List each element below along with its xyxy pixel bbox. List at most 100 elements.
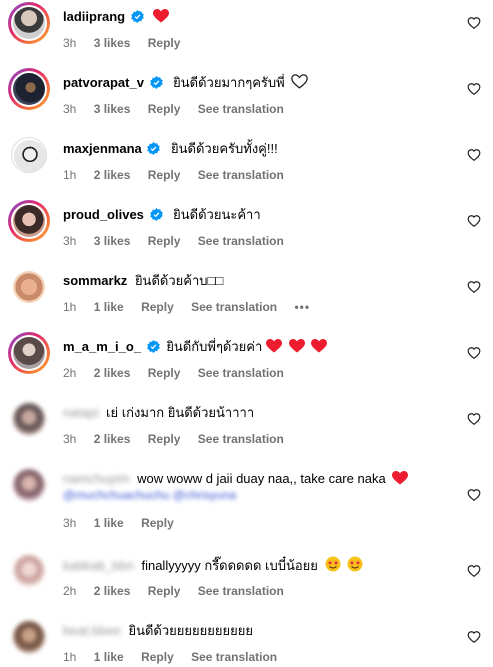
reply-button[interactable]: Reply — [148, 432, 181, 446]
like-heart-icon[interactable] — [467, 280, 481, 294]
comment-item: beat.bbee ยินดีด้วยยยยยยยยยยย 1h 1 like … — [0, 614, 493, 667]
comment-text: finallyyyyy กรี๊ดดดดด เบบี๋น้อยย — [141, 558, 318, 573]
see-translation-link[interactable]: See translation — [191, 650, 277, 664]
avatar[interactable] — [8, 616, 50, 658]
avatar[interactable] — [8, 464, 50, 506]
comment-item: natapi เย่ เก่งมาก ยินดีด้วยน้าาาา 3h 2 … — [0, 396, 493, 462]
comment-list: ladiiprang 3h 3 likes Reply patvorapat_v… — [0, 0, 493, 667]
comment-text: ยินดีด้วยครับทั้งคู่!!! — [171, 141, 278, 156]
timestamp: 3h — [63, 234, 77, 248]
username[interactable]: sommarkz — [63, 273, 127, 288]
more-options-icon[interactable]: ••• — [294, 300, 310, 314]
like-heart-icon[interactable] — [467, 148, 481, 162]
username[interactable]: maxjenmana — [63, 141, 142, 156]
likes-count[interactable]: 2 likes — [94, 584, 131, 598]
avatar[interactable] — [8, 200, 50, 242]
timestamp: 1h — [63, 300, 77, 314]
likes-count[interactable]: 3 likes — [94, 36, 131, 50]
timestamp: 3h — [63, 102, 77, 116]
see-translation-link[interactable]: See translation — [198, 584, 284, 598]
username[interactable]: beat.bbee — [63, 623, 121, 638]
comment-text: wow woww d jaii duay naa,, take care nak… — [137, 471, 386, 486]
username[interactable]: m_a_m_i_o_ — [63, 339, 141, 354]
username[interactable]: ladiiprang — [63, 9, 125, 24]
verified-badge-icon — [146, 340, 160, 353]
like-heart-icon[interactable] — [467, 488, 481, 502]
reply-button[interactable]: Reply — [141, 300, 174, 314]
likes-count[interactable]: 3 likes — [94, 234, 131, 248]
see-translation-link[interactable]: See translation — [198, 432, 284, 446]
like-heart-icon[interactable] — [467, 346, 481, 360]
verified-badge-icon — [149, 76, 163, 89]
timestamp: 2h — [63, 584, 77, 598]
reply-button[interactable]: Reply — [148, 102, 181, 116]
like-heart-icon[interactable] — [467, 564, 481, 578]
comment-text: ยินดีด้วยนะค้าา — [173, 207, 261, 222]
reply-button[interactable]: Reply — [141, 516, 174, 530]
white-heart-emoji-icon — [291, 74, 309, 89]
timestamp: 3h — [63, 516, 77, 530]
avatar[interactable] — [8, 2, 50, 44]
avatar[interactable] — [8, 266, 50, 308]
likes-count[interactable]: 1 like — [94, 516, 124, 530]
star-eyes-emoji-icon — [325, 556, 340, 572]
comment-item: namchuyim wow woww d jaii duay naa,, tak… — [0, 462, 493, 546]
comment-text: เย่ เก่งมาก ยินดีด้วยน้าาาา — [106, 405, 255, 420]
avatar[interactable] — [8, 550, 50, 592]
like-heart-icon[interactable] — [467, 630, 481, 644]
like-heart-icon[interactable] — [467, 214, 481, 228]
comment-text: ยินดีกับพี่ๆด้วยค่า — [166, 339, 263, 354]
likes-count[interactable]: 1 like — [94, 300, 124, 314]
timestamp: 1h — [63, 168, 77, 182]
see-translation-link[interactable]: See translation — [198, 102, 284, 116]
likes-count[interactable]: 3 likes — [94, 102, 131, 116]
reply-button[interactable]: Reply — [148, 168, 181, 182]
avatar[interactable] — [8, 68, 50, 110]
reply-button[interactable]: Reply — [148, 584, 181, 598]
reply-button[interactable]: Reply — [141, 650, 174, 664]
username[interactable]: patvorapat_v — [63, 75, 144, 90]
avatar[interactable] — [8, 134, 50, 176]
red-heart-emoji-icon — [392, 471, 409, 485]
timestamp: 3h — [63, 432, 77, 446]
comment-item: patvorapat_v ยินดีด้วยมากๆครับพี่ 3h 3 l… — [0, 66, 493, 132]
like-heart-icon[interactable] — [467, 412, 481, 426]
comment-text: ยินดีด้วยยยยยยยยยยย — [128, 623, 253, 638]
timestamp: 2h — [63, 366, 77, 380]
username[interactable]: namchuyim — [63, 471, 129, 486]
red-heart-emoji-icon — [153, 9, 170, 23]
comment-item: sommarkz ยินดีด้วยค้าบ□□ 1h 1 like Reply… — [0, 264, 493, 330]
like-heart-icon[interactable] — [467, 16, 481, 30]
reply-button[interactable]: Reply — [148, 36, 181, 50]
comment-item: ladiiprang 3h 3 likes Reply — [0, 0, 493, 66]
red-heart-emoji-icon — [311, 339, 328, 353]
comment-text: ยินดีด้วยมากๆครับพี่ — [173, 75, 285, 90]
likes-count[interactable]: 2 likes — [94, 432, 131, 446]
comment-item: maxjenmana ยินดีด้วยครับทั้งคู่!!! 1h 2 … — [0, 132, 493, 198]
likes-count[interactable]: 1 like — [94, 650, 124, 664]
see-translation-link[interactable]: See translation — [198, 168, 284, 182]
timestamp: 3h — [63, 36, 77, 50]
tagged-users[interactable]: @muchchuachuchu @chrisyuna — [63, 488, 236, 502]
see-translation-link[interactable]: See translation — [198, 234, 284, 248]
verified-badge-icon — [130, 10, 144, 23]
username[interactable]: natapi — [63, 405, 98, 420]
see-translation-link[interactable]: See translation — [198, 366, 284, 380]
like-heart-icon[interactable] — [467, 82, 481, 96]
username[interactable]: kabkab_bbn — [63, 558, 134, 573]
reply-button[interactable]: Reply — [148, 366, 181, 380]
comment-item: m_a_m_i_o_ ยินดีกับพี่ๆด้วยค่า 2h 2 like… — [0, 330, 493, 396]
username[interactable]: proud_olives — [63, 207, 144, 222]
comment-text: ยินดีด้วยค้าบ□□ — [134, 273, 224, 288]
avatar[interactable] — [8, 332, 50, 374]
see-translation-link[interactable]: See translation — [191, 300, 277, 314]
reply-button[interactable]: Reply — [148, 234, 181, 248]
comment-item: proud_olives ยินดีด้วยนะค้าา 3h 3 likes … — [0, 198, 493, 264]
likes-count[interactable]: 2 likes — [94, 168, 131, 182]
star-eyes-emoji-icon — [347, 556, 363, 572]
verified-badge-icon — [149, 208, 163, 221]
avatar[interactable] — [8, 398, 50, 440]
likes-count[interactable]: 2 likes — [94, 366, 131, 380]
comment-item: kabkab_bbn finallyyyyy กรี๊ดดดดด เบบี๋น้… — [0, 548, 493, 614]
timestamp: 1h — [63, 650, 77, 664]
